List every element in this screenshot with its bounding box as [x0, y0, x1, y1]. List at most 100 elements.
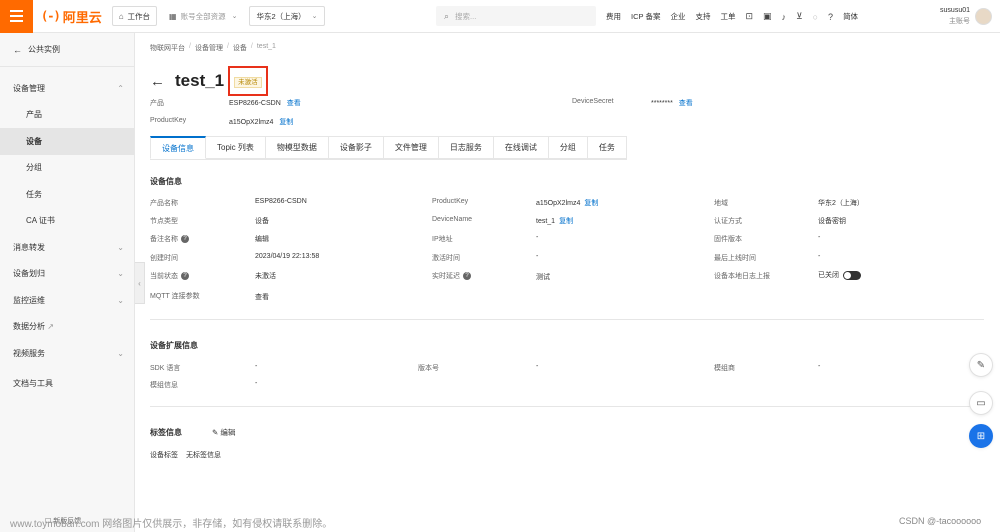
chevron-down-icon: ⌄ [117, 295, 124, 305]
info-key: 产品名称 [150, 200, 178, 207]
breadcrumb: 物联网平台 / 设备管理 / 设备 / test_1 [150, 43, 276, 53]
chat-float-button[interactable]: ▭ [969, 391, 993, 415]
info-key: 模组信息 [150, 382, 178, 389]
chevron-down-icon: ⌄ [117, 242, 124, 252]
lightbulb-icon[interactable]: ○ [813, 12, 818, 22]
tab-online-debug[interactable]: 在线调试 [493, 136, 549, 159]
sidebar-item-data-analysis[interactable]: 数据分析 ↗ [0, 314, 134, 341]
sidebar-item-device-assign[interactable]: 设备划归 ⌄ [0, 261, 134, 288]
product-view-link[interactable]: 查看 [287, 100, 301, 107]
sidebar: ← 公共实例 设备管理 ⌃ 产品 设备 分组 任务 CA 证书 消息转发 ⌄ 设… [0, 33, 135, 532]
sidebar-item-message-forward[interactable]: 消息转发 ⌄ [0, 234, 134, 261]
resource-selector[interactable]: ▦ 账号全部资源 ⌄ [163, 6, 243, 26]
workbench-button[interactable]: ⌂ 工作台 [111, 6, 158, 26]
productkey-copy-link[interactable]: 复制 [279, 119, 293, 126]
breadcrumb-item[interactable]: 设备 [233, 43, 247, 53]
productkey-value: a15OpX2lmz4 [229, 119, 274, 126]
info-value: - [255, 363, 258, 370]
back-arrow-icon[interactable]: ← [150, 73, 165, 90]
tags-title: 标签信息 [150, 428, 182, 437]
info-key: 版本号 [418, 365, 439, 372]
info-value: 未激活 [255, 273, 276, 280]
sidebar-item-device-mgmt[interactable]: 设备管理 ⌃ [0, 75, 134, 102]
tab-device-shadow[interactable]: 设备影子 [328, 136, 384, 159]
apps-float-button[interactable]: ⊞ [969, 424, 993, 448]
help-icon[interactable]: ? [181, 272, 189, 281]
log-report-toggle[interactable] [843, 270, 861, 280]
bell-icon[interactable]: ♪ [782, 12, 787, 22]
info-value: 2023/04/19 22:13:58 [255, 253, 320, 260]
remark-edit-link[interactable]: 编辑 [255, 234, 269, 244]
cloud-shell-icon[interactable]: ⊡ [745, 11, 753, 22]
help-icon[interactable]: ? [828, 12, 833, 22]
sidebar-item-product[interactable]: 产品 [0, 102, 134, 129]
menu-icon[interactable] [0, 0, 33, 33]
secret-value: ******** [651, 100, 673, 107]
info-key: DeviceName [432, 216, 473, 223]
user-info[interactable]: sususu01 主账号 [932, 5, 970, 27]
tab-task[interactable]: 任务 [587, 136, 627, 159]
status-highlight-box: 未激活 [228, 66, 268, 96]
logo-text: 阿里云 [62, 9, 102, 25]
sidebar-item-docs-tools[interactable]: 文档与工具 [0, 371, 134, 398]
sidebar-back[interactable]: ← 公共实例 [0, 33, 134, 67]
nav-enterprise[interactable]: 企业 [670, 11, 685, 22]
sidebar-item-ca-cert[interactable]: CA 证书 [0, 208, 134, 235]
secret-view-link[interactable]: 查看 [679, 100, 693, 107]
home-icon: ⌂ [118, 11, 124, 21]
latency-test-link[interactable]: 测试 [536, 272, 550, 282]
tab-log-service[interactable]: 日志服务 [438, 136, 494, 159]
aliyun-logo[interactable]: (-) 阿里云 [41, 7, 102, 26]
productkey-row: ProductKey [150, 117, 186, 124]
tags-row: 设备标签 无标签信息 [150, 450, 221, 460]
nav-support[interactable]: 支持 [695, 11, 710, 22]
tab-device-info[interactable]: 设备信息 [150, 136, 206, 159]
nav-fees[interactable]: 费用 [606, 11, 621, 22]
sidebar-item-task[interactable]: 任务 [0, 181, 134, 208]
region-selector[interactable]: 华东2（上海） ⌄ [249, 6, 325, 26]
resource-label: 账号全部资源 [180, 11, 226, 21]
info-value: - [536, 234, 539, 241]
chevron-left-icon: ‹ [138, 278, 141, 288]
help-icon[interactable]: ? [181, 235, 189, 244]
info-key: 当前状态 [150, 273, 178, 280]
secret-value-row: ******** 查看 [651, 98, 693, 108]
info-key: 创建时间 [150, 255, 178, 262]
sidebar-item-device[interactable]: 设备 [0, 128, 134, 155]
terminal-icon[interactable]: ▣ [763, 11, 772, 22]
sidebar-item-label: 设备 [26, 136, 42, 146]
copy-link[interactable]: 复制 [559, 218, 573, 225]
productkey-label: ProductKey [150, 117, 187, 124]
nav-ticket[interactable]: 工单 [720, 11, 735, 22]
info-value: - [818, 363, 821, 370]
sidebar-item-monitoring[interactable]: 监控运维 ⌄ [0, 287, 134, 314]
cart-icon[interactable]: ⊻ [796, 11, 803, 22]
sidebar-collapse-handle[interactable]: ‹ [135, 262, 145, 304]
breadcrumb-item[interactable]: 设备管理 [195, 43, 223, 53]
tags-edit-button[interactable]: ✎ 编辑 [212, 427, 235, 438]
workbench-label: 工作台 [127, 11, 151, 21]
sidebar-item-group[interactable]: 分组 [0, 155, 134, 182]
divider [150, 319, 984, 320]
external-link-icon: ↗ [47, 322, 54, 332]
sidebar-item-label: 消息转发 [13, 242, 45, 252]
tab-topic-list[interactable]: Topic 列表 [206, 136, 266, 159]
chat-icon: ▭ [976, 397, 986, 409]
tab-file-mgmt[interactable]: 文件管理 [383, 136, 439, 159]
tab-group[interactable]: 分组 [548, 136, 588, 159]
tab-thing-model[interactable]: 物模型数据 [265, 136, 329, 159]
edit-float-button[interactable]: ✎ [969, 353, 993, 377]
language-switch[interactable]: 简体 [843, 11, 858, 22]
help-icon[interactable]: ? [463, 272, 471, 281]
secret-row: DeviceSecret [572, 98, 614, 105]
copy-link[interactable]: 复制 [584, 200, 598, 207]
mqtt-view-link[interactable]: 查看 [255, 292, 269, 302]
avatar[interactable] [975, 8, 992, 25]
info-key: 激活时间 [432, 255, 460, 262]
nav-icp[interactable]: ICP 备案 [631, 11, 660, 22]
search-input[interactable]: ⌕ 搜索... [436, 6, 596, 26]
breadcrumb-item[interactable]: 物联网平台 [150, 43, 185, 53]
info-key: 备注名称 [150, 236, 178, 243]
device-info-title: 设备信息 [150, 177, 182, 186]
sidebar-item-video[interactable]: 视频服务 ⌄ [0, 340, 134, 367]
